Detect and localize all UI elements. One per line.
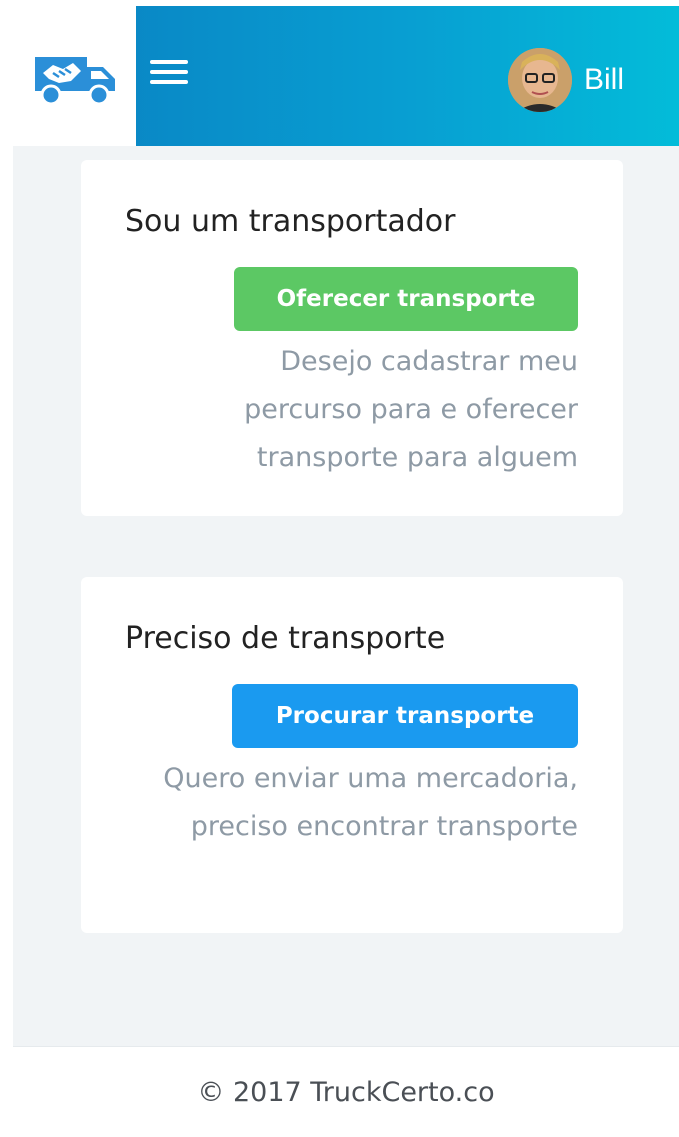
left-margin bbox=[0, 0, 13, 1137]
copyright-text: © 2017 TruckCerto.co bbox=[197, 1076, 495, 1108]
card-title: Preciso de transporte bbox=[125, 621, 446, 656]
footer: © 2017 TruckCerto.co bbox=[13, 1046, 679, 1137]
user-name: Bill bbox=[584, 63, 625, 96]
search-transport-button[interactable]: Procurar transporte bbox=[232, 684, 578, 748]
card-transporter: Sou um transportador Oferecer transporte… bbox=[81, 160, 623, 516]
card-title: Sou um transportador bbox=[125, 204, 456, 239]
menu-bar bbox=[150, 60, 188, 64]
hamburger-menu-icon[interactable] bbox=[150, 55, 190, 89]
menu-bar bbox=[150, 80, 188, 84]
card-description: Quero enviar uma mercadoria, preciso enc… bbox=[163, 763, 578, 842]
card-need-transport: Preciso de transporte Procurar transport… bbox=[81, 577, 623, 933]
card-description: Desejo cadastrar meu percurso para e ofe… bbox=[244, 346, 578, 473]
menu-bar bbox=[150, 70, 188, 74]
truck-handshake-icon bbox=[34, 57, 115, 106]
user-menu[interactable]: Bill bbox=[508, 48, 625, 112]
logo[interactable] bbox=[13, 6, 136, 148]
offer-transport-button[interactable]: Oferecer transporte bbox=[234, 267, 578, 331]
user-avatar bbox=[508, 48, 572, 112]
